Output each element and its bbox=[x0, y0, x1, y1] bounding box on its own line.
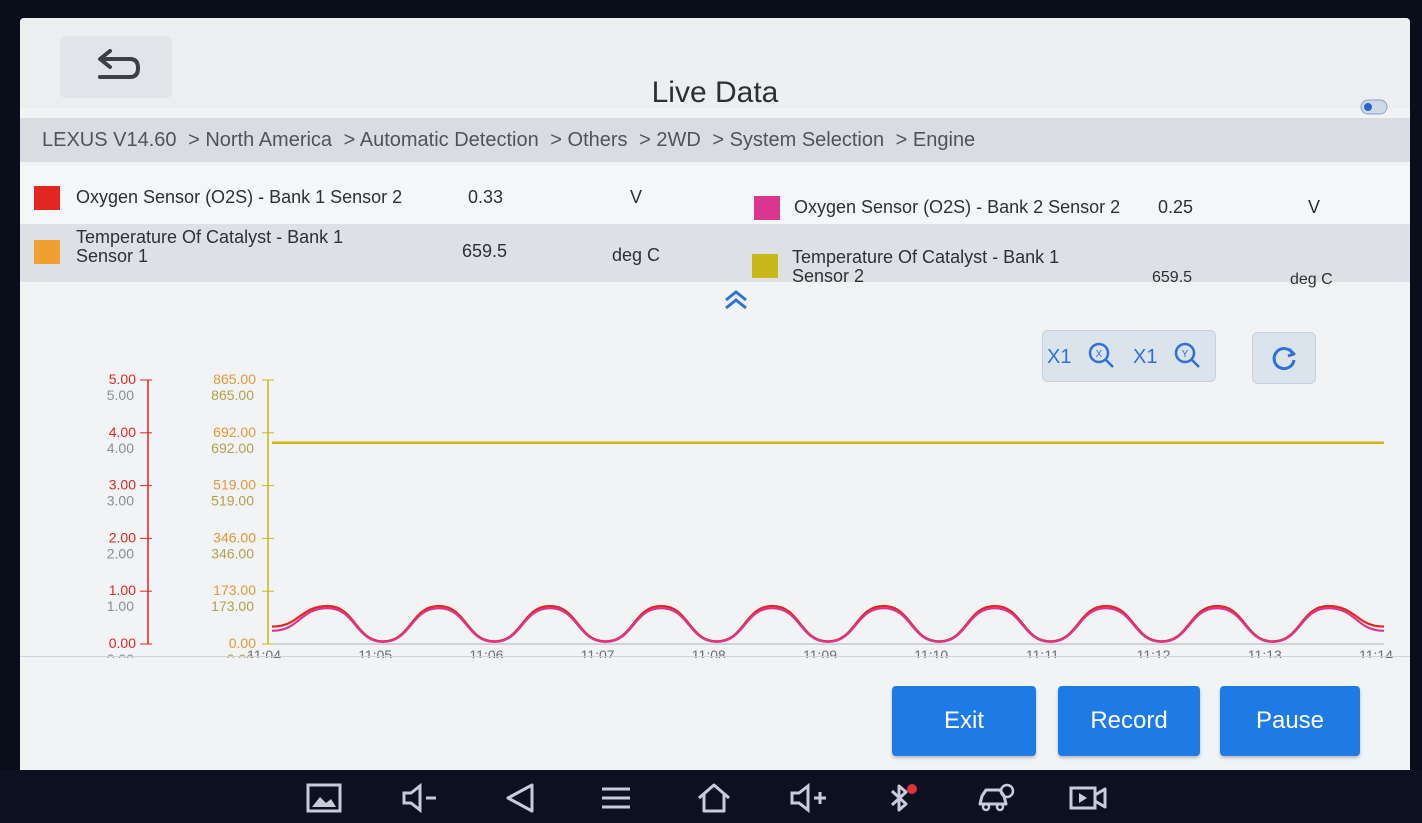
voltage-tick-label: 1.00 bbox=[109, 582, 136, 598]
series-line bbox=[271, 604, 1385, 643]
battery-toggle-icon bbox=[1360, 99, 1388, 115]
system-nav-bar bbox=[0, 770, 1422, 823]
parameter-name: Oxygen Sensor (O2S) - Bank 2 Sensor 2 bbox=[794, 197, 1121, 217]
series-color-swatch bbox=[752, 254, 778, 278]
temp-tick-label-shadow: 692.00 bbox=[211, 440, 254, 456]
breadcrumb-item[interactable]: > Automatic Detection bbox=[344, 129, 539, 151]
menu-icon[interactable] bbox=[596, 782, 636, 814]
parameter-value: 659.5 bbox=[462, 241, 508, 261]
bluetooth-icon[interactable] bbox=[880, 782, 920, 814]
parameter-name: Oxygen Sensor (O2S) - Bank 1 Sensor 2 bbox=[76, 187, 403, 207]
page-title: Live Data bbox=[651, 76, 779, 109]
voltage-tick-label: 0.00 bbox=[109, 635, 136, 651]
breadcrumb-item[interactable]: > Others bbox=[550, 129, 627, 151]
temp-tick-label-shadow: 173.00 bbox=[211, 598, 254, 614]
gallery-icon[interactable] bbox=[304, 782, 344, 814]
parameter-value: 0.33 bbox=[468, 187, 504, 207]
voltage-tick-label-shadow: 5.00 bbox=[107, 387, 134, 403]
data-row[interactable]: Oxygen Sensor (O2S) - Bank 1 Sensor 2 0.… bbox=[20, 166, 1410, 224]
collapse-chevron-icon[interactable] bbox=[720, 286, 752, 312]
voltage-tick-label: 4.00 bbox=[109, 424, 136, 440]
voltage-tick-label: 2.00 bbox=[109, 529, 136, 545]
home-icon[interactable] bbox=[694, 782, 734, 814]
temp-tick-label-shadow: 346.00 bbox=[211, 545, 254, 561]
parameter-unit: V bbox=[630, 187, 643, 207]
voltage-tick-label-shadow: 3.00 bbox=[107, 493, 134, 509]
parameter-name: Temperature Of Catalyst - Bank 1 Sensor … bbox=[792, 248, 1059, 286]
temp-tick-label: 692.00 bbox=[213, 424, 256, 440]
record-button[interactable]: Record bbox=[1058, 686, 1200, 756]
back-triangle-icon[interactable] bbox=[500, 782, 540, 814]
voltage-tick-label-shadow: 2.00 bbox=[107, 545, 134, 561]
divider bbox=[20, 656, 1410, 657]
parameter-unit: V bbox=[1308, 197, 1321, 217]
parameter-name-line: Temperature Of Catalyst - Bank 1 bbox=[76, 227, 344, 247]
volume-down-icon[interactable] bbox=[400, 782, 440, 814]
breadcrumb-item[interactable]: > System Selection bbox=[712, 129, 884, 151]
parameter-unit: deg C bbox=[612, 245, 661, 265]
live-data-chart: 5.005.00 4.004.00 3.003.00 2.002.00 1.001.00… bbox=[107, 371, 1393, 658]
voltage-tick-label-shadow: 1.00 bbox=[107, 598, 134, 614]
breadcrumb-item[interactable]: > 2WD bbox=[639, 129, 701, 151]
temp-tick-label: 346.00 bbox=[213, 529, 256, 545]
exit-button[interactable]: Exit bbox=[892, 686, 1036, 756]
screen-record-icon[interactable] bbox=[1068, 782, 1108, 814]
parameter-name-line: Sensor 2 bbox=[792, 266, 865, 286]
series-color-swatch bbox=[34, 240, 60, 264]
temp-tick-label-shadow: 865.00 bbox=[211, 387, 254, 403]
breadcrumb: LEXUS V14.60 > North America > Automatic… bbox=[20, 118, 1410, 162]
series-color-swatch bbox=[34, 186, 60, 210]
header-bar: Live Data bbox=[20, 18, 1410, 115]
parameter-value: 659.5 bbox=[1152, 269, 1193, 286]
breadcrumb-item[interactable]: > North America bbox=[188, 129, 332, 151]
breadcrumb-item[interactable]: LEXUS V14.60 bbox=[42, 129, 177, 151]
parameter-name-line: Sensor 1 bbox=[76, 246, 149, 266]
parameter-name: Temperature Of Catalyst - Bank 1 Sensor … bbox=[76, 228, 343, 266]
data-row[interactable]: Temperature Of Catalyst - Bank 1 Sensor … bbox=[20, 224, 1410, 288]
parameter-value: 0.25 bbox=[1158, 197, 1194, 217]
voltage-tick-label: 3.00 bbox=[109, 477, 136, 493]
voltage-tick-label-shadow: 4.00 bbox=[107, 440, 134, 456]
voltage-tick-label: 5.00 bbox=[109, 371, 136, 387]
temp-tick-label: 173.00 bbox=[213, 582, 256, 598]
breadcrumb-item[interactable]: > Engine bbox=[896, 129, 976, 151]
temp-tick-label: 519.00 bbox=[213, 477, 256, 493]
temp-tick-label: 865.00 bbox=[213, 371, 256, 387]
series-color-swatch bbox=[754, 196, 780, 220]
series-line bbox=[271, 606, 1385, 643]
temp-tick-label-shadow: 519.00 bbox=[211, 493, 254, 509]
pause-button[interactable]: Pause bbox=[1220, 686, 1360, 756]
volume-up-icon[interactable] bbox=[788, 782, 828, 814]
parameter-name-line: Temperature Of Catalyst - Bank 1 bbox=[792, 247, 1060, 267]
screen: Live Data LEXUS V14.60 > North America >… bbox=[20, 18, 1410, 770]
car-diagnostic-icon[interactable] bbox=[976, 782, 1016, 814]
parameter-unit: deg C bbox=[1290, 271, 1333, 288]
